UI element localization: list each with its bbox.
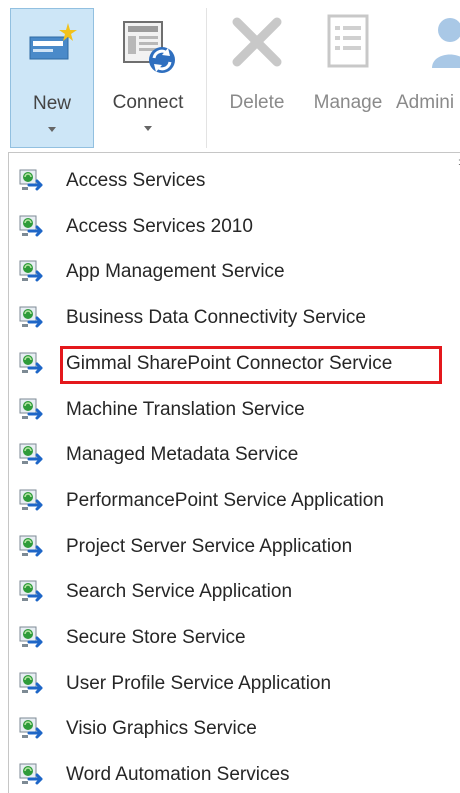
chevron-down-icon <box>48 127 56 132</box>
new-service-dropdown-menu: : Access ServicesAccess Services 2010App… <box>8 152 460 793</box>
delete-icon <box>232 17 282 67</box>
service-applications-page: New Connect Delete Manage Admini Access … <box>0 0 460 793</box>
manage-button[interactable]: Manage <box>302 8 394 148</box>
menu-item-label: Machine Translation Service <box>66 398 305 420</box>
highlight-box <box>60 345 442 384</box>
service-app-icon <box>19 580 43 602</box>
menu-item-label: Business Data Connectivity Service <box>66 307 366 329</box>
service-app-icon <box>19 398 43 419</box>
menu-item-label: Word Automation Services <box>66 764 290 786</box>
user-icon <box>432 18 460 68</box>
menu-item-label: Project Server Service Application <box>66 535 353 557</box>
menu-item[interactable]: Secure Store Service <box>9 616 460 660</box>
ribbon: New Connect Delete Manage Admini <box>0 0 460 152</box>
service-app-icon <box>19 626 43 648</box>
menu-item[interactable]: App Management Service <box>9 250 460 294</box>
menu-item-label: Visio Graphics Service <box>66 718 257 740</box>
menu-item[interactable]: Search Service Application <box>9 570 460 614</box>
service-app-icon <box>19 352 43 374</box>
menu-item-label: Secure Store Service <box>66 627 246 648</box>
new-service-icon <box>29 23 77 60</box>
service-app-icon <box>19 535 43 557</box>
new-button-label: New <box>32 93 71 114</box>
administrators-button-label: Admini <box>396 92 455 113</box>
menu-item[interactable]: Business Data Connectivity Service <box>9 296 460 340</box>
connect-icon <box>123 21 175 73</box>
menu-item[interactable]: PerformancePoint Service Application <box>9 479 460 523</box>
service-app-icon <box>19 306 43 328</box>
manage-button-label: Manage <box>313 92 383 113</box>
menu-item-label: User Profile Service Application <box>66 672 332 694</box>
menu-item-label: Managed Metadata Service <box>66 444 299 466</box>
menu-item-label: Search Service Application <box>66 581 293 603</box>
menu-item[interactable]: Word Automation Services <box>9 753 460 793</box>
menu-item-label: PerformancePoint Service Application <box>66 489 384 511</box>
service-app-icon <box>19 763 43 785</box>
service-app-icon <box>19 260 43 282</box>
new-button[interactable]: New <box>10 8 94 148</box>
service-app-icon <box>19 443 43 465</box>
service-app-icon <box>19 215 43 237</box>
chevron-down-icon <box>144 126 152 131</box>
delete-button-label: Delete <box>229 92 285 113</box>
service-app-icon <box>19 489 43 511</box>
administrators-button[interactable]: Admini <box>396 8 460 148</box>
service-app-icon <box>19 672 43 694</box>
menu-item[interactable]: Access Services <box>9 159 460 203</box>
menu-item[interactable]: Machine Translation Service <box>9 388 460 432</box>
service-app-icon <box>19 717 43 739</box>
manage-icon <box>327 14 369 68</box>
connect-button[interactable]: Connect <box>102 8 194 148</box>
ribbon-divider <box>206 8 207 148</box>
delete-button[interactable]: Delete <box>216 8 298 148</box>
menu-item-label: App Management Service <box>66 261 285 283</box>
menu-item[interactable]: Project Server Service Application <box>9 525 460 569</box>
menu-item-label: Access Services 2010 <box>66 215 253 237</box>
menu-item[interactable]: User Profile Service Application <box>9 662 460 706</box>
menu-item[interactable]: Access Services 2010 <box>9 205 460 249</box>
connect-button-label: Connect <box>112 92 184 113</box>
menu-item[interactable]: Managed Metadata Service <box>9 433 460 477</box>
menu-item-label: Access Services <box>66 170 206 191</box>
menu-item[interactable]: Gimmal SharePoint Connector Service <box>9 342 460 386</box>
menu-item[interactable]: Visio Graphics Service <box>9 707 460 751</box>
service-app-icon <box>19 169 43 191</box>
